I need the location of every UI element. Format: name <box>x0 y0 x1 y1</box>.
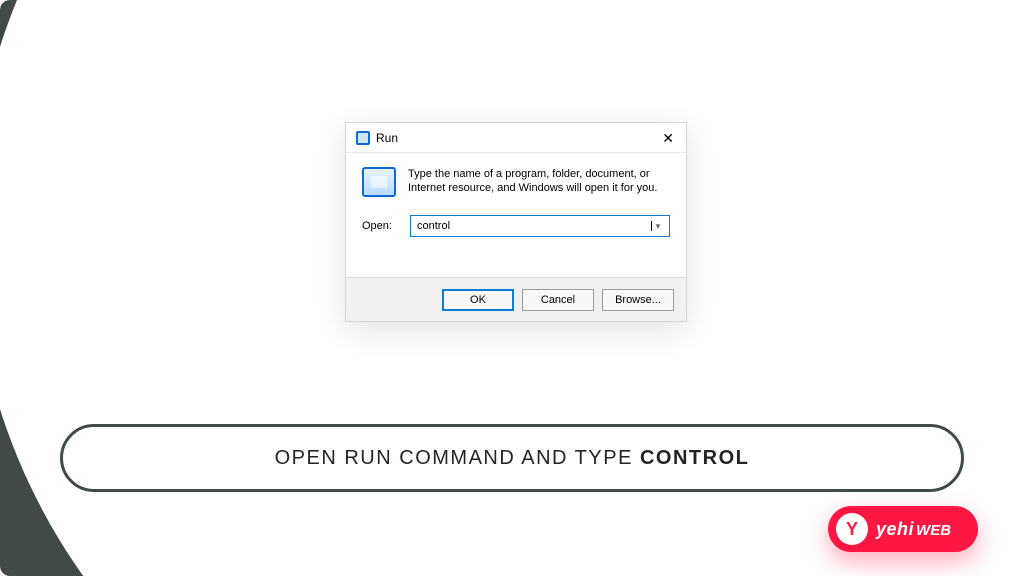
instruction-emphasis: CONTROL <box>640 447 749 469</box>
run-title-text: Run <box>376 131 398 145</box>
browse-button[interactable]: Browse... <box>602 289 674 311</box>
badge-text: yehi WEB <box>876 519 951 540</box>
run-open-value[interactable]: control <box>417 220 651 232</box>
run-open-label: Open: <box>362 220 400 232</box>
instruction-prefix: OPEN RUN COMMAND AND TYPE <box>275 447 640 469</box>
instruction-text: OPEN RUN COMMAND AND TYPE CONTROL <box>275 447 750 470</box>
instruction-ribbon: OPEN RUN COMMAND AND TYPE CONTROL <box>60 424 964 492</box>
run-description: Type the name of a program, folder, docu… <box>408 167 670 197</box>
run-dialog: Run ✕ Type the name of a program, folder… <box>345 122 687 322</box>
run-program-icon <box>362 167 396 197</box>
run-body: Type the name of a program, folder, docu… <box>346 153 686 249</box>
yehiweb-badge[interactable]: Y yehi WEB <box>828 506 978 552</box>
badge-text-part1: yehi <box>876 519 914 540</box>
cancel-button[interactable]: Cancel <box>522 289 594 311</box>
close-icon[interactable]: ✕ <box>656 129 680 147</box>
ok-button[interactable]: OK <box>442 289 514 311</box>
badge-logo-icon: Y <box>836 513 868 545</box>
chevron-down-icon[interactable]: ▾ <box>651 221 665 232</box>
run-titlebar[interactable]: Run ✕ <box>346 123 686 153</box>
badge-text-part2: WEB <box>916 522 951 539</box>
run-title-icon <box>356 131 370 145</box>
run-open-combobox[interactable]: control ▾ <box>410 215 670 237</box>
run-footer: OK Cancel Browse... <box>346 277 686 321</box>
